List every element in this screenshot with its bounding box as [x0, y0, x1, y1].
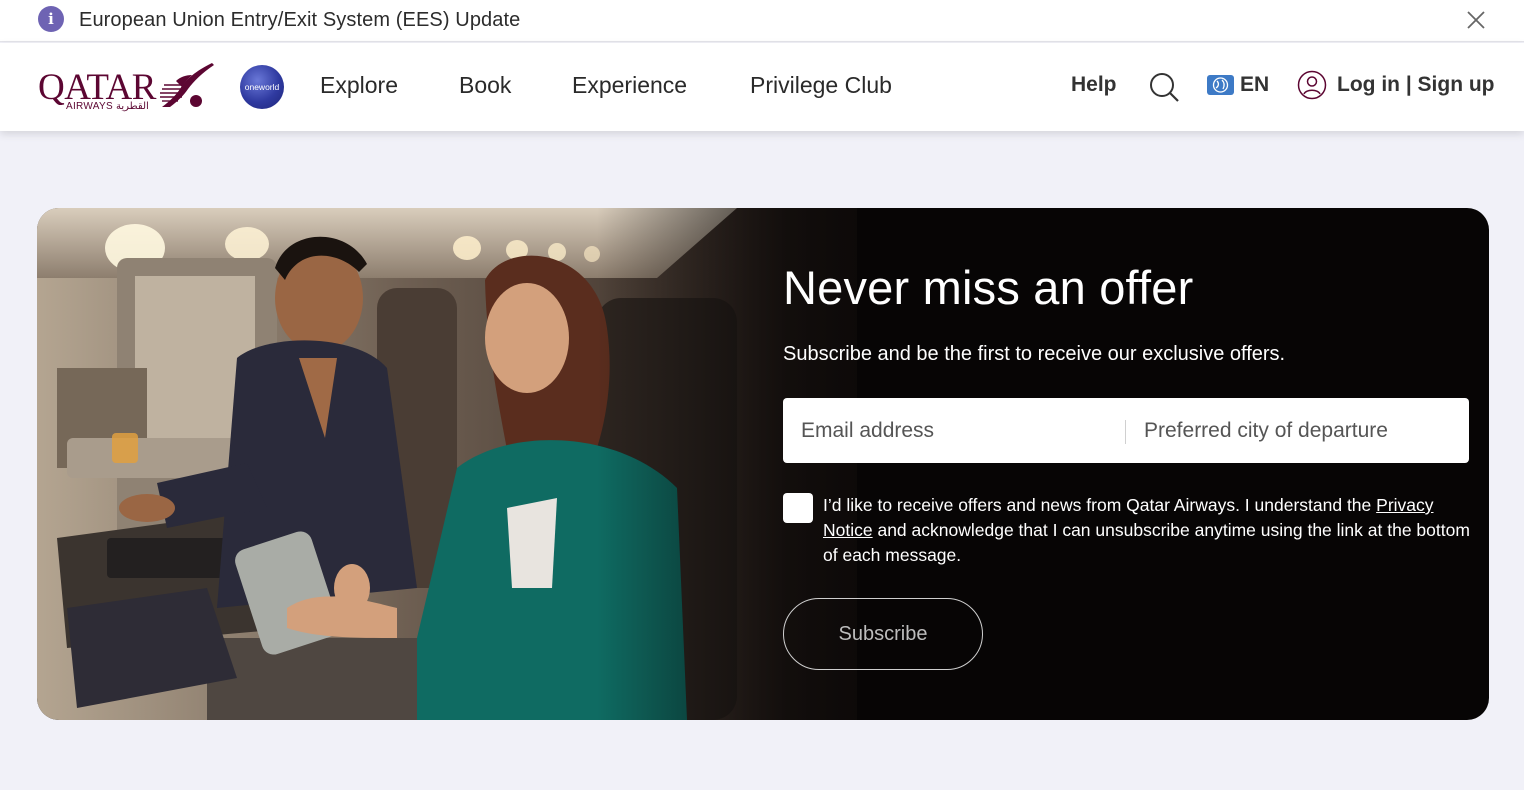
nav-experience[interactable]: Experience — [572, 72, 687, 99]
language-label: EN — [1240, 73, 1270, 96]
nav-explore[interactable]: Explore — [320, 72, 398, 99]
consent-text-after: and acknowledge that I can unsubscribe a… — [823, 520, 1470, 565]
login-label: Log in | Sign up — [1337, 73, 1495, 96]
logo-sub: AIRWAYS القطرية — [66, 101, 149, 112]
help-link[interactable]: Help — [1071, 73, 1117, 97]
email-field[interactable]: Email address — [783, 398, 1125, 463]
notice-text[interactable]: European Union Entry/Exit System (EES) U… — [79, 9, 520, 32]
offer-banner: Never miss an offer Subscribe and be the… — [37, 208, 1489, 720]
user-icon — [1297, 70, 1327, 100]
banner-headline: Never miss an offer — [783, 261, 1194, 314]
site-header: QATAR AIRWAYS القطرية oneworld Explore B… — [0, 43, 1524, 131]
banner-subline: Subscribe and be the first to receive ou… — [783, 343, 1286, 365]
language-selector[interactable]: EN — [1207, 73, 1269, 97]
qatar-airways-logo[interactable]: QATAR AIRWAYS القطرية — [38, 61, 216, 117]
info-icon: i — [38, 6, 64, 32]
consent-text-before: I’d like to receive offers and news from… — [823, 495, 1377, 515]
globe-icon — [1207, 75, 1234, 95]
subscribe-form: Email address Preferred city of departur… — [783, 398, 1469, 463]
oryx-icon — [160, 63, 214, 107]
nav-privilege-club[interactable]: Privilege Club — [750, 72, 892, 99]
nav-book[interactable]: Book — [459, 72, 511, 99]
search-icon[interactable] — [1148, 71, 1180, 103]
departure-city-field[interactable]: Preferred city of departure — [1126, 398, 1469, 463]
oneworld-badge[interactable]: oneworld — [240, 65, 284, 109]
consent-text: I’d like to receive offers and news from… — [823, 493, 1473, 568]
close-icon[interactable] — [1464, 8, 1488, 32]
login-signup-link[interactable]: Log in | Sign up — [1297, 70, 1495, 100]
subscribe-button[interactable]: Subscribe — [783, 598, 983, 670]
notice-bar: i European Union Entry/Exit System (EES)… — [0, 0, 1524, 42]
consent-checkbox[interactable] — [783, 493, 813, 523]
